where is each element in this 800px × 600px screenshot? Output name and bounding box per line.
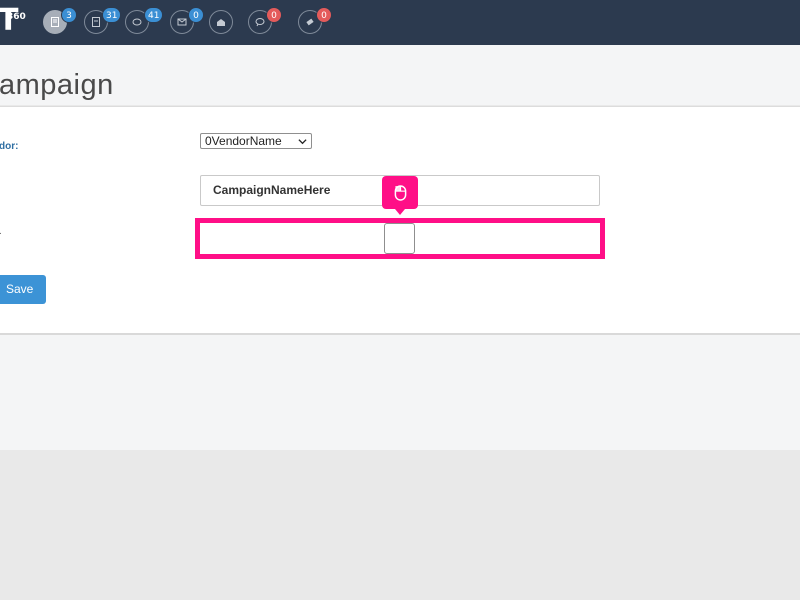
chevron-down-icon	[298, 139, 307, 145]
open-mail-icon[interactable]	[209, 10, 233, 34]
documents-badge: 3	[61, 7, 77, 23]
mail-icon-glyph	[177, 18, 187, 26]
page-title: ampaign	[0, 69, 114, 101]
brand-logo: T 360	[0, 6, 26, 36]
click-target-marker[interactable]	[384, 223, 415, 254]
chat-bubbles-icon-glyph	[132, 18, 142, 26]
brand-number: 360	[7, 12, 26, 22]
tickets-badge: 0	[316, 7, 332, 23]
mouse-icon	[394, 184, 406, 201]
page: T 360 3 31 41 0 0 0 ampaign dor: 0Vendor…	[0, 0, 800, 600]
vendor-label: dor:	[0, 141, 19, 152]
vendor-select[interactable]: 0VendorName	[200, 133, 312, 149]
save-button-label: Save	[6, 282, 34, 296]
messages-badge: 0	[266, 7, 282, 23]
speech-bubble-icon-glyph	[255, 18, 265, 27]
mail-badge: 0	[188, 7, 204, 23]
documents-alt-badge: 31	[102, 7, 122, 23]
lower-content-area	[0, 335, 800, 450]
open-mail-icon-glyph	[217, 19, 225, 26]
page-header	[0, 45, 800, 105]
document-icon-glyph	[51, 17, 59, 27]
top-navigation-bar: T 360 3 31 41 0 0 0	[0, 0, 800, 46]
chat-badge: 41	[144, 7, 164, 23]
ticket-icon-glyph	[306, 18, 314, 26]
save-button[interactable]: Save	[0, 275, 46, 304]
mouse-pointer-callout	[382, 176, 418, 215]
vendor-select-value: 0VendorName	[205, 134, 282, 148]
document-alt-icon-glyph	[92, 17, 100, 27]
third-row-label: .	[0, 226, 2, 237]
